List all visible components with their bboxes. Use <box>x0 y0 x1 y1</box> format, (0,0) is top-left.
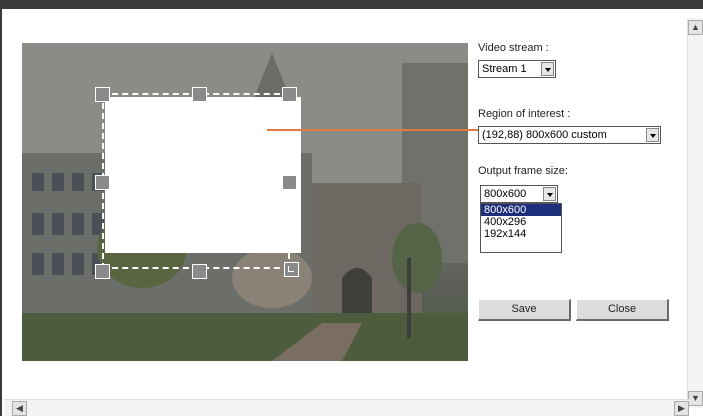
output-frame-size-value: 800x600 <box>484 188 527 200</box>
roi-handle-top-right[interactable] <box>282 87 297 102</box>
chevron-down-icon[interactable] <box>541 62 554 76</box>
vertical-scrollbar[interactable]: ▲ ▼ <box>687 18 703 408</box>
close-button[interactable]: Close <box>576 299 669 321</box>
roi-selection-box[interactable] <box>102 93 290 269</box>
roi-handle-bottom-right[interactable] <box>284 262 299 277</box>
scroll-right-icon[interactable]: ▶ <box>674 401 689 416</box>
option-192x144[interactable]: 192x144 <box>481 228 561 240</box>
region-of-interest-select[interactable]: (192,88) 800x600 custom <box>478 126 661 144</box>
scroll-left-icon[interactable]: ◀ <box>12 401 27 416</box>
option-400x296[interactable]: 400x296 <box>481 216 561 228</box>
region-of-interest-value: (192,88) 800x600 custom <box>482 129 607 141</box>
output-frame-size-options: 800x600 400x296 192x144 <box>480 203 562 253</box>
output-frame-size-select[interactable]: 800x600 <box>480 185 558 203</box>
chevron-down-icon[interactable] <box>646 128 659 142</box>
save-button[interactable]: Save <box>478 299 571 321</box>
roi-settings-window: Video stream : Stream 1 Region of intere… <box>0 0 703 416</box>
roi-handle-right[interactable] <box>282 175 297 190</box>
scroll-up-icon[interactable]: ▲ <box>688 20 703 35</box>
roi-handle-bottom[interactable] <box>192 264 207 279</box>
roi-handle-top[interactable] <box>192 87 207 102</box>
chevron-down-icon[interactable] <box>543 187 556 201</box>
roi-handle-left[interactable] <box>95 175 110 190</box>
video-stream-select[interactable]: Stream 1 <box>478 60 556 78</box>
roi-connector-line <box>267 129 482 131</box>
option-800x600[interactable]: 800x600 <box>481 204 561 216</box>
roi-handle-bottom-left[interactable] <box>95 264 110 279</box>
horizontal-scrollbar[interactable]: ◀ ▶ <box>4 399 689 416</box>
scroll-down-icon[interactable]: ▼ <box>688 391 703 406</box>
output-frame-size-label: Output frame size: <box>478 165 568 177</box>
region-of-interest-label: Region of interest : <box>478 108 571 120</box>
video-stream-label: Video stream : <box>478 42 549 54</box>
roi-handle-top-left[interactable] <box>95 87 110 102</box>
video-stream-value: Stream 1 <box>482 63 527 75</box>
